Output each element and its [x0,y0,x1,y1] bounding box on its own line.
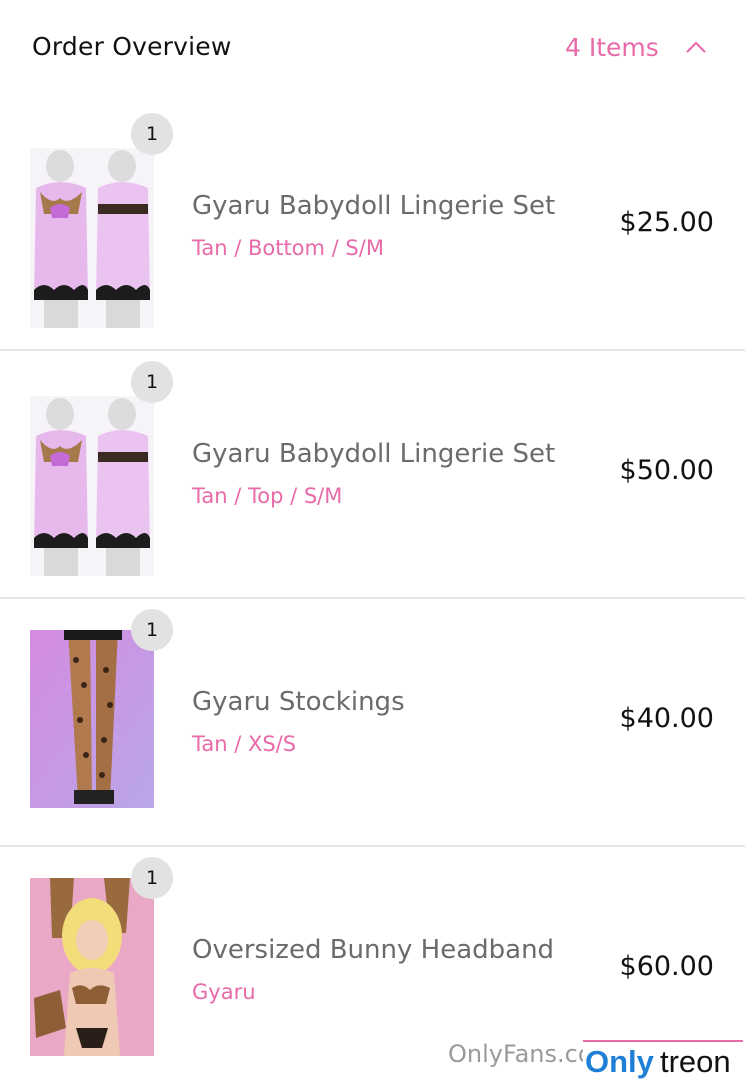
order-overview-header[interactable]: Order Overview 4 Items [0,0,745,100]
product-variant: Tan / Top / S/M [192,484,343,508]
lingerie-set-thumbnail [30,148,154,328]
product-variant: Gyaru [192,980,256,1004]
quantity-badge: 1 [131,857,173,899]
product-price: $50.00 [619,455,714,486]
product-price: $60.00 [619,951,714,982]
bunny-headband-thumbnail [30,878,154,1056]
product-name: Gyaru Babydoll Lingerie Set [192,191,556,221]
product-variant: Tan / Bottom / S/M [192,236,384,260]
order-item: 1 Gyaru Stockings Tan / XS/S $40.00 [0,599,745,847]
product-variant: Tan / XS/S [192,732,297,756]
quantity-badge: 1 [131,609,173,651]
product-name: Gyaru Stockings [192,687,405,717]
product-price: $25.00 [619,207,714,238]
logo-only-text: Only [585,1044,654,1079]
product-price: $40.00 [619,703,714,734]
order-overview-title: Order Overview [32,32,232,61]
onlyfans-watermark: OnlyFans.com [448,1040,588,1068]
lingerie-set-thumbnail [30,396,154,576]
product-name: Oversized Bunny Headband [192,935,555,965]
logo-treon-text: treon [660,1044,731,1079]
product-name: Gyaru Babydoll Lingerie Set [192,439,556,469]
stockings-thumbnail [30,630,154,808]
quantity-badge: 1 [131,113,173,155]
quantity-badge: 1 [131,361,173,403]
chevron-up-icon[interactable] [684,37,708,57]
item-count-toggle[interactable]: 4 Items [565,33,659,62]
order-item: 1 Gyaru Babydoll Lingerie Set Tan / Top … [0,351,745,599]
order-item: 1 Gyaru Babydoll Lingerie Set Tan / Bott… [0,103,745,351]
onlytreon-logo: Only treon [583,1040,743,1080]
